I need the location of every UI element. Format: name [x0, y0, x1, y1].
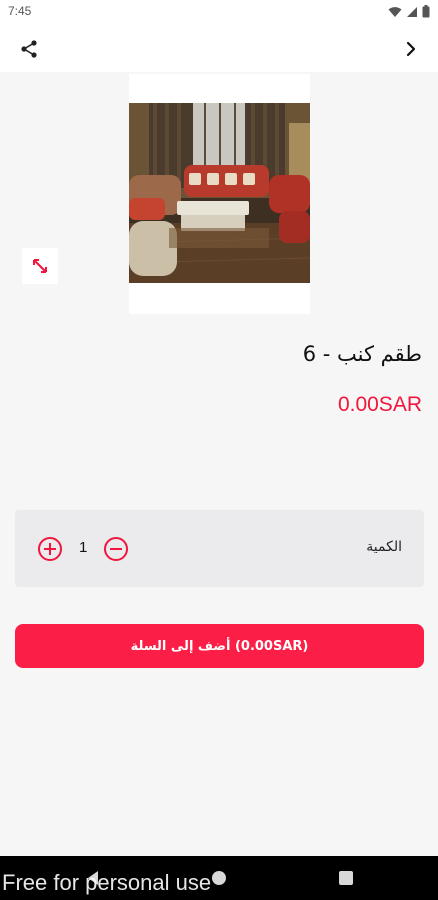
- share-icon: [21, 40, 37, 58]
- forward-button[interactable]: [398, 36, 424, 62]
- app-bar: [0, 24, 438, 72]
- nav-recent-icon[interactable]: [339, 871, 353, 885]
- nav-home-icon[interactable]: [212, 871, 226, 885]
- decrease-quantity-button[interactable]: [103, 536, 129, 562]
- quantity-value: 1: [79, 539, 88, 556]
- product-title: طقم كنب - 6: [302, 342, 422, 366]
- expand-image-button[interactable]: [22, 248, 58, 284]
- expand-icon: [33, 259, 47, 273]
- product-image-card[interactable]: [129, 74, 310, 314]
- battery-icon: [422, 5, 430, 18]
- add-to-cart-button[interactable]: أضف إلى السلة (0.00SAR): [15, 624, 424, 668]
- quantity-selector: الكمية 1: [15, 510, 424, 587]
- increase-quantity-button[interactable]: [37, 536, 63, 562]
- watermark-text: Free for personal use: [2, 870, 212, 895]
- chevron-right-icon: [406, 41, 416, 57]
- status-icons: [388, 5, 430, 18]
- share-button[interactable]: [14, 36, 44, 62]
- status-bar: 7:45: [0, 0, 438, 24]
- wifi-icon: [388, 6, 402, 17]
- product-photo: [129, 103, 310, 283]
- signal-icon: [407, 6, 417, 17]
- product-price: 0.00SAR: [337, 393, 422, 416]
- plus-circle-icon: [38, 537, 62, 561]
- status-time: 7:45: [8, 4, 32, 18]
- minus-circle-icon: [104, 537, 128, 561]
- quantity-label: الكمية: [366, 539, 402, 555]
